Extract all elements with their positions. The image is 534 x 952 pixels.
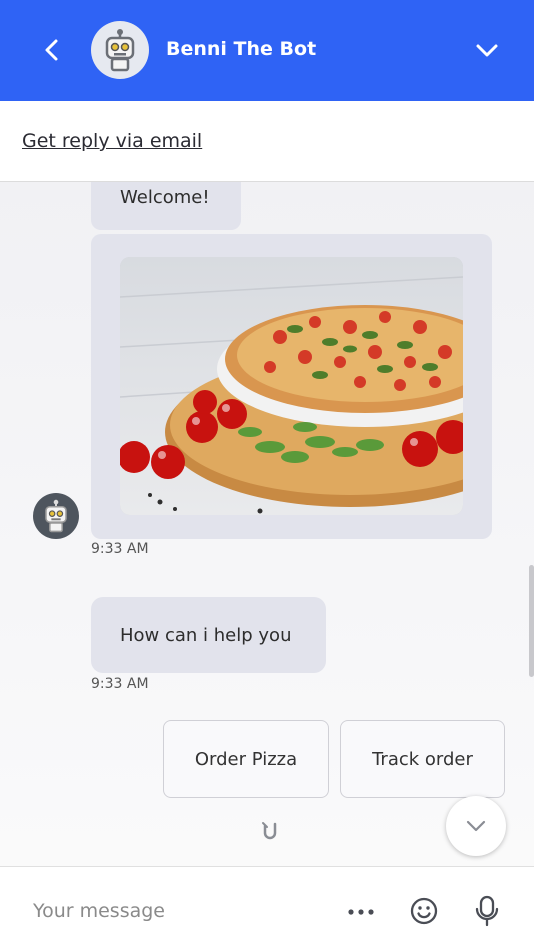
quick-reply-track-order[interactable]: Track order	[340, 720, 505, 798]
message-text: Welcome!	[120, 187, 210, 208]
more-icon	[348, 909, 374, 915]
robot-icon	[105, 29, 135, 72]
chevron-down-icon	[466, 820, 486, 832]
robot-icon	[45, 499, 67, 533]
scrollbar[interactable]	[529, 565, 534, 677]
message-text: How can i help you	[120, 624, 292, 646]
get-reply-via-email-link[interactable]: Get reply via email	[22, 128, 202, 154]
pizza-illustration	[120, 257, 463, 515]
bot-avatar	[91, 21, 149, 79]
chevron-left-icon	[45, 39, 58, 61]
message-bubble: Welcome!	[91, 182, 241, 230]
emoji-icon	[410, 897, 438, 925]
collapse-button[interactable]	[470, 33, 504, 67]
message-bubble: How can i help you	[91, 597, 326, 673]
bot-avatar-small	[33, 493, 79, 539]
quick-reply-order-pizza[interactable]: Order Pizza	[163, 720, 329, 798]
microphone-button[interactable]	[470, 894, 504, 928]
message-timestamp: 9:33 AM	[91, 676, 149, 692]
bot-name: Benni The Bot	[166, 38, 317, 60]
chat-header: Benni The Bot	[0, 0, 534, 101]
emoji-button[interactable]	[407, 894, 441, 928]
chevron-down-icon	[476, 44, 498, 57]
message-input[interactable]	[20, 893, 320, 929]
message-list[interactable]: Welcome! 9:33 AM How can i help you 9:33…	[0, 182, 534, 866]
magnet-icon	[258, 819, 282, 843]
scroll-down-button[interactable]	[446, 796, 506, 856]
image-message-bubble	[91, 234, 492, 539]
more-options-button[interactable]	[344, 895, 378, 929]
pizza-image[interactable]	[120, 257, 463, 515]
microphone-icon	[475, 895, 499, 927]
message-timestamp: 9:33 AM	[91, 541, 149, 557]
back-button[interactable]	[36, 34, 68, 66]
